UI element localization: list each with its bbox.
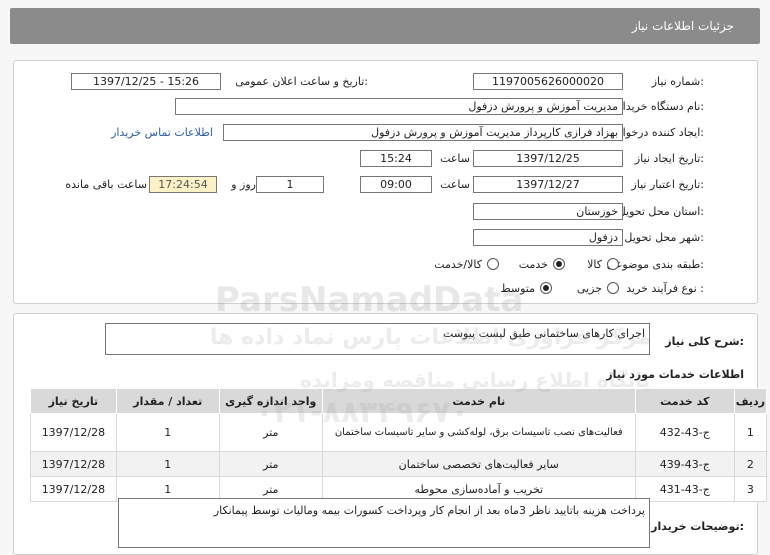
- col-code: کد خدمت: [634, 388, 735, 414]
- category-goods-service-radio[interactable]: [487, 258, 499, 270]
- row-date: 1397/12/28: [30, 413, 117, 452]
- category-goods-service-label: کالا/خدمت: [434, 258, 482, 271]
- buyer-org-label: نام دستگاه خریدار:: [617, 100, 704, 113]
- summary-field[interactable]: اجرای کارهای ساختمانی طبق لیست پیوست: [105, 323, 650, 355]
- validity-date-label: تاریخ اعتبار نیاز:: [631, 178, 704, 191]
- col-index: ردیف: [733, 388, 768, 414]
- services-header-row: ردیف کد خدمت نام خدمت واحد اندازه گیری ت…: [30, 388, 768, 414]
- need-info-panel: شماره نیاز: 1197005626000020 تاریخ و ساع…: [13, 60, 758, 304]
- days-label: روز و: [231, 178, 256, 191]
- row-code: ج-43-432: [634, 413, 735, 452]
- need-number-field[interactable]: 1197005626000020: [473, 73, 623, 90]
- buyer-notes-label: توضیحات خریدار:: [651, 520, 744, 533]
- created-date-label: تاریخ ایجاد نیاز:: [634, 152, 704, 165]
- process-medium-label: متوسط: [500, 282, 535, 295]
- days-remaining-field[interactable]: 1: [256, 176, 324, 193]
- row-qty: 1: [115, 451, 220, 477]
- buyer-notes-field[interactable]: پرداخت هزینه باتایید ناظر 3ماه بعد از ان…: [118, 498, 650, 548]
- category-label: طبقه بندی موضوعی:: [606, 258, 704, 271]
- process-label: نوع فرآیند خرید :: [626, 282, 704, 295]
- row-qty: 1: [115, 413, 220, 452]
- row-date: 1397/12/28: [30, 476, 117, 502]
- created-time-label: ساعت: [440, 152, 470, 165]
- row-index: 3: [733, 476, 768, 502]
- page-header: جزئیات اطلاعات نیاز: [10, 8, 760, 44]
- process-minor-label: جزیی: [576, 282, 602, 295]
- process-medium-radio[interactable]: [540, 282, 552, 294]
- province-label: استان محل تحویل:: [617, 205, 704, 218]
- validity-date-field[interactable]: 1397/12/27: [473, 176, 623, 193]
- row-name: سایر فعالیت‌های تخصصی ساختمان: [321, 451, 636, 477]
- validity-time-label: ساعت: [440, 178, 470, 191]
- services-title: اطلاعات خدمات مورد نیاز: [606, 368, 744, 381]
- row-index: 1: [733, 413, 768, 452]
- province-field[interactable]: خوزستان: [473, 203, 623, 220]
- row-unit: متر: [218, 413, 323, 452]
- col-name: نام خدمت: [321, 388, 636, 414]
- summary-label: شرح کلی نیاز:: [665, 335, 744, 348]
- need-number-label: شماره نیاز:: [651, 75, 704, 88]
- created-time-field[interactable]: 15:24: [360, 150, 432, 167]
- announce-field[interactable]: 1397/12/25 - 15:26: [71, 73, 221, 90]
- remaining-time-label: ساعت باقی مانده: [65, 178, 147, 191]
- col-qty: تعداد / مقدار: [115, 388, 220, 414]
- created-date-field[interactable]: 1397/12/25: [473, 150, 623, 167]
- services-table: ردیف کد خدمت نام خدمت واحد اندازه گیری ت…: [30, 388, 768, 502]
- city-label: شهر محل تحویل:: [624, 231, 704, 244]
- category-service-label: خدمت: [518, 258, 548, 271]
- announce-label: تاریخ و ساعت اعلان عمومی:: [235, 75, 368, 88]
- row-code: ج-43-439: [634, 451, 735, 477]
- row-name: فعالیت‌های نصب تاسیسات برق، لوله‌کشی و س…: [321, 413, 636, 452]
- row-index: 2: [733, 451, 768, 477]
- col-unit: واحد اندازه گیری: [218, 388, 323, 414]
- row-unit: متر: [218, 451, 323, 477]
- col-date: تاریخ نیاز: [30, 388, 117, 414]
- table-row[interactable]: 1 ج-43-432 فعالیت‌های نصب تاسیسات برق، ل…: [30, 413, 768, 452]
- category-service-radio[interactable]: [553, 258, 565, 270]
- category-goods-label: کالا: [587, 258, 602, 271]
- buyer-org-field[interactable]: مدیریت آموزش و پرورش دزفول: [175, 98, 623, 115]
- table-row[interactable]: 2 ج-43-439 سایر فعالیت‌های تخصصی ساختمان…: [30, 451, 768, 477]
- requester-field[interactable]: بهزاد فرازی کارپرداز مدیریت آموزش و پرور…: [223, 124, 623, 141]
- process-minor-radio[interactable]: [607, 282, 619, 294]
- row-date: 1397/12/28: [30, 451, 117, 477]
- row-code: ج-43-431: [634, 476, 735, 502]
- validity-time-field[interactable]: 09:00: [360, 176, 432, 193]
- page-title: جزئیات اطلاعات نیاز: [631, 19, 734, 33]
- category-goods-radio[interactable]: [607, 258, 619, 270]
- buyer-contact-link[interactable]: اطلاعات تماس خریدار: [111, 126, 213, 139]
- city-field[interactable]: دزفول: [473, 229, 623, 246]
- remaining-time-field: 17:24:54: [149, 176, 217, 193]
